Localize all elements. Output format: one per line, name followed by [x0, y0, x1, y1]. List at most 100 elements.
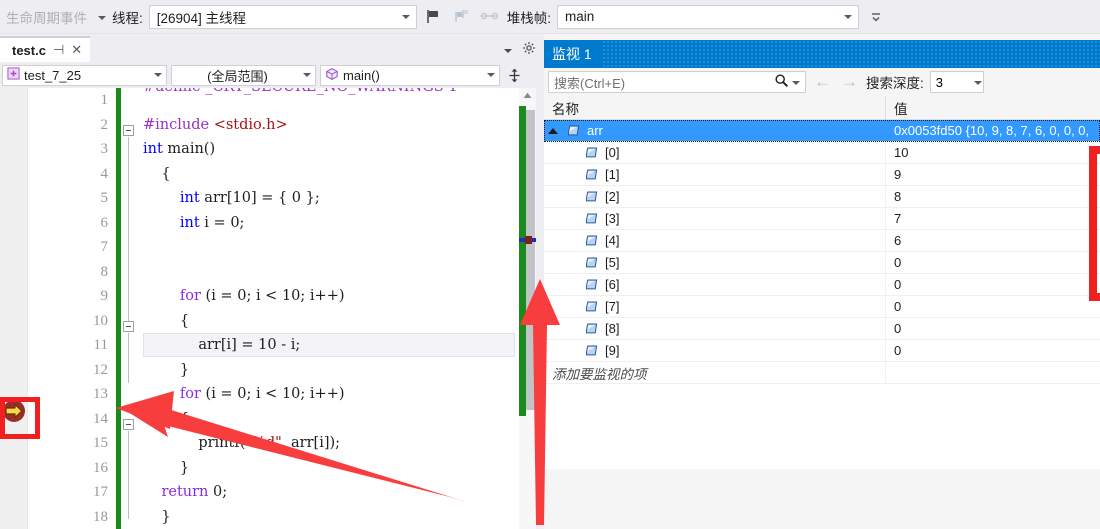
tab-test-c-label: test.c: [12, 42, 46, 58]
table-row[interactable]: [0] 10: [544, 142, 1100, 164]
search-input[interactable]: 搜索(Ctrl+E): [548, 71, 806, 93]
code-line-15: printf("%d", arr[i]);: [198, 435, 341, 451]
watch-row-name-cell[interactable]: [7]: [544, 296, 886, 317]
gear-icon[interactable]: [522, 41, 536, 58]
code-line-17: return 0;: [161, 484, 228, 500]
table-row[interactable]: [3] 7: [544, 208, 1100, 230]
watch-row-name-cell[interactable]: [6]: [544, 274, 886, 295]
fold-toggle-for-2[interactable]: [123, 419, 134, 430]
function-combobox[interactable]: main(): [320, 64, 500, 86]
scroll-up-icon[interactable]: [519, 88, 536, 103]
add-watch-item-row[interactable]: 添加要监视的项: [544, 362, 1100, 384]
watch-row-value[interactable]: 0: [886, 318, 1100, 339]
watch-row-name-cell[interactable]: [5]: [544, 252, 886, 273]
search-options-dropdown-icon[interactable]: [789, 75, 803, 90]
add-watch-item-value-cell[interactable]: [886, 362, 1100, 383]
watch-row-name-cell[interactable]: arr: [544, 120, 886, 141]
variable-cube-icon: [580, 168, 602, 182]
search-icon[interactable]: [774, 73, 789, 91]
search-next-icon[interactable]: →: [839, 72, 860, 92]
watch-panel-title-bar[interactable]: 监视 1: [544, 40, 1100, 68]
watch-row-value[interactable]: 10: [886, 142, 1100, 163]
chevron-down-icon[interactable]: [483, 73, 498, 77]
flag-icon[interactable]: [423, 6, 445, 28]
variable-cube-icon: [580, 278, 602, 292]
fold-toggle-main[interactable]: [123, 125, 134, 136]
execution-pointer-arrow[interactable]: [2, 399, 26, 423]
table-row[interactable]: [8] 0: [544, 318, 1100, 340]
pin-icon[interactable]: ⊣: [53, 42, 64, 58]
watch-row-name-cell[interactable]: [3]: [544, 208, 886, 229]
close-icon[interactable]: ✕: [71, 42, 82, 58]
code-line-16: }: [143, 459, 190, 476]
code-text-layer[interactable]: #define _CRT_SECURE_NO_WARNINGS 1 #inclu…: [143, 88, 544, 529]
table-row[interactable]: [7] 0: [544, 296, 1100, 318]
watch-row-value[interactable]: 0: [886, 296, 1100, 317]
chevron-down-icon[interactable]: [398, 14, 414, 19]
watch-variables-grid[interactable]: 名称 值 arr 0x0053fd50 {10, 9, 8, 7, 6, 0, …: [544, 96, 1100, 529]
outlining-column[interactable]: [121, 88, 143, 529]
expander-collapse-icon[interactable]: [544, 126, 562, 136]
table-row[interactable]: [2] 8: [544, 186, 1100, 208]
lifecycle-events-label[interactable]: 生命周期事件: [6, 7, 87, 27]
search-depth-label: 搜索深度:: [866, 76, 924, 91]
chevron-down-icon[interactable]: [973, 75, 982, 90]
watch-row-name-cell[interactable]: [9]: [544, 340, 886, 361]
fold-toggle-for-1[interactable]: [123, 321, 134, 332]
split-view-icon[interactable]: [504, 68, 524, 83]
multi-flag-icon[interactable]: [451, 6, 473, 28]
search-depth-combobox[interactable]: 3: [929, 71, 984, 93]
watch-row-name-cell[interactable]: [8]: [544, 318, 886, 339]
column-header-value[interactable]: 值: [886, 96, 1100, 119]
variable-cube-icon: [580, 322, 602, 336]
code-line-3: int main(): [143, 141, 216, 157]
scope-combobox[interactable]: (全局范围): [171, 64, 316, 86]
watch-panel-title: 监视 1: [552, 46, 592, 62]
lifecycle-dropdown-icon[interactable]: [93, 9, 106, 24]
tab-list-dropdown-icon[interactable]: [504, 42, 512, 57]
watch-row-name: [6]: [605, 277, 620, 292]
editor-navigation-bar: test_7_25 (全局范围) main(): [0, 62, 544, 88]
column-header-name[interactable]: 名称: [544, 96, 886, 119]
stack-frame-combobox[interactable]: main: [557, 4, 860, 29]
watch-row-name-cell[interactable]: [0]: [544, 142, 886, 163]
thread-link-icon[interactable]: [479, 6, 501, 28]
chevron-down-icon[interactable]: [840, 14, 856, 19]
table-row[interactable]: [5] 0: [544, 252, 1100, 274]
code-line-6: int i = 0;: [179, 214, 245, 231]
toolbar-overflow-icon[interactable]: [865, 6, 887, 28]
tab-test-c[interactable]: test.c ⊣ ✕: [0, 36, 91, 62]
chevron-down-icon[interactable]: [150, 73, 165, 77]
watch-grid-empty-area: [544, 469, 1100, 529]
watch-row-name: [4]: [605, 233, 620, 248]
table-row[interactable]: [6] 0: [544, 274, 1100, 296]
variable-cube-icon: [580, 256, 602, 270]
watch-row-value[interactable]: 0: [886, 274, 1100, 295]
watch-row-value[interactable]: 7: [886, 208, 1100, 229]
chevron-down-icon[interactable]: [299, 73, 314, 77]
watch-row-value[interactable]: 8: [886, 186, 1100, 207]
watch-row-value[interactable]: 6: [886, 230, 1100, 251]
table-row[interactable]: [9] 0: [544, 340, 1100, 362]
table-row[interactable]: arr 0x0053fd50 {10, 9, 8, 7, 6, 0, 0, 0,: [544, 120, 1100, 142]
watch-row-value[interactable]: 0: [886, 340, 1100, 361]
watch-row-value[interactable]: 0: [886, 252, 1100, 273]
watch-row-name-cell[interactable]: [2]: [544, 186, 886, 207]
table-row[interactable]: [1] 9: [544, 164, 1100, 186]
watch-row-name: [3]: [605, 211, 620, 226]
watch-row-value[interactable]: 9: [886, 164, 1100, 185]
search-previous-icon[interactable]: ←: [812, 72, 833, 92]
project-combobox[interactable]: test_7_25: [2, 64, 167, 86]
code-editor-area[interactable]: 1 2 3 4 5 6 7 8 9 10 11 12 13 14 15 16 1…: [0, 88, 544, 529]
code-line-5: int arr[10] = { 0 };: [179, 190, 320, 206]
watch-row-value[interactable]: 0x0053fd50 {10, 9, 8, 7, 6, 0, 0, 0,: [886, 120, 1100, 141]
pane-splitter[interactable]: [536, 34, 544, 529]
editor-vertical-scrollbar[interactable]: [519, 88, 536, 529]
breakpoint-margin[interactable]: [0, 88, 28, 529]
watch-row-name-cell[interactable]: [1]: [544, 164, 886, 185]
table-row[interactable]: [4] 6: [544, 230, 1100, 252]
title-bar-drag-handle[interactable]: [601, 40, 1100, 68]
thread-combobox[interactable]: [26904] 主线程: [148, 4, 417, 29]
watch-row-name-cell[interactable]: [4]: [544, 230, 886, 251]
